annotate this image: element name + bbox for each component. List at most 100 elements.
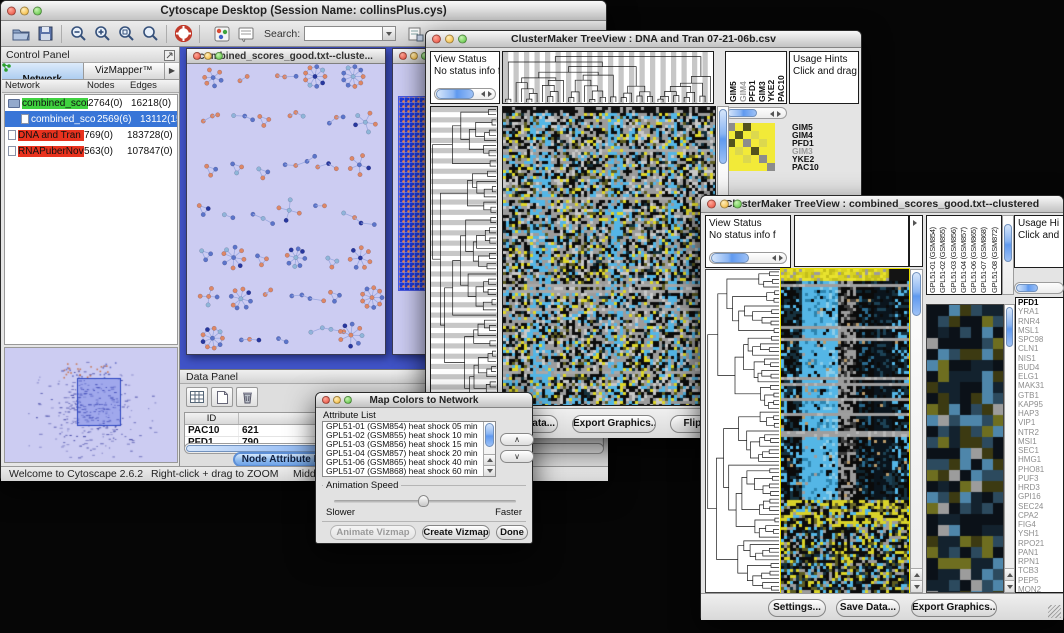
- save-data-button[interactable]: Save Data...: [836, 599, 900, 617]
- network-list[interactable]: combined_scores2764(0)16218(0)combined_s…: [4, 94, 178, 345]
- speed-slider-thumb[interactable]: [418, 495, 429, 507]
- close-button[interactable]: [399, 52, 407, 60]
- network-view-window[interactable]: combined_scores_good.txt--cluste...: [186, 48, 386, 355]
- network-list-row[interactable]: combined_scores2764(0)16218(0): [5, 95, 177, 111]
- network-list-row[interactable]: combined_sco2569(6)13112(15): [5, 111, 177, 127]
- scroll-down-arrow[interactable]: [1005, 580, 1014, 592]
- export-graphics-button[interactable]: Export Graphics...: [572, 415, 656, 433]
- attribute-list-vscrollbar[interactable]: [483, 422, 495, 476]
- scroll-strip[interactable]: [909, 215, 923, 267]
- view-status-scrollbar[interactable]: [434, 88, 496, 100]
- open-session-icon[interactable]: [9, 23, 33, 45]
- move-up-button[interactable]: ∧: [500, 433, 534, 446]
- treeview2-controls[interactable]: [707, 200, 742, 209]
- scroll-thumb[interactable]: [485, 423, 494, 447]
- scroll-thumb[interactable]: [1004, 224, 1012, 262]
- select-attributes-icon[interactable]: [186, 387, 208, 407]
- zoom-window-button[interactable]: [458, 35, 467, 44]
- scroll-thumb[interactable]: [912, 272, 921, 316]
- minimize-button[interactable]: [410, 52, 418, 60]
- treeview1-controls[interactable]: [432, 35, 467, 44]
- minimize-button[interactable]: [445, 35, 454, 44]
- network-list-row[interactable]: RNAPuberNov2+563(0)107847(0): [5, 143, 177, 159]
- heatmap-vscrollbar[interactable]: [910, 269, 923, 593]
- main-titlebar[interactable]: Cytoscape Desktop (Session Name: collins…: [1, 1, 606, 21]
- treeview2-titlebar[interactable]: ClusterMaker TreeView : combined_scores_…: [701, 196, 1063, 213]
- zoom-selected-icon[interactable]: [114, 23, 138, 45]
- zoom-in-icon[interactable]: [90, 23, 114, 45]
- column-dendrogram[interactable]: [794, 215, 909, 267]
- scroll-up-arrow[interactable]: [911, 568, 922, 580]
- scroll-down-arrow[interactable]: [911, 580, 922, 592]
- scroll-thumb[interactable]: [436, 89, 474, 99]
- minimize-button[interactable]: [333, 396, 341, 404]
- search-dropdown-icon[interactable]: [382, 26, 396, 41]
- scroll-thumb[interactable]: [727, 109, 757, 117]
- animate-vizmap-button[interactable]: Animate Vizmap: [330, 525, 416, 540]
- gene-label-list[interactable]: PFD1YRA1RNR4MSL1SPC98CLN1NIS1BUD4ELG1MAK…: [1015, 297, 1064, 593]
- annotation-icon[interactable]: [234, 23, 258, 45]
- network-view-controls[interactable]: [193, 52, 223, 60]
- dialog-titlebar[interactable]: Map Colors to Network: [316, 393, 532, 408]
- col-network[interactable]: Network: [5, 80, 87, 92]
- close-button[interactable]: [322, 396, 330, 404]
- vizmapper-icon[interactable]: [210, 23, 234, 45]
- zoom-window-button[interactable]: [733, 200, 742, 209]
- cluster-heatmap[interactable]: [503, 107, 715, 405]
- help-lifering-icon[interactable]: [171, 23, 195, 45]
- treeview1-titlebar[interactable]: ClusterMaker TreeView : DNA and Tran 07-…: [426, 31, 861, 48]
- float-panel-icon[interactable]: [164, 50, 175, 61]
- close-button[interactable]: [432, 35, 441, 44]
- new-attribute-icon[interactable]: [211, 387, 233, 407]
- network-canvas[interactable]: [187, 64, 385, 354]
- dialog-controls[interactable]: [322, 396, 352, 404]
- resize-grip[interactable]: [1048, 605, 1061, 618]
- attribute-list[interactable]: GPL51-01 (GSM854) heat shock 05 minGPL51…: [322, 421, 496, 477]
- done-button[interactable]: Done: [496, 525, 528, 540]
- minimize-button[interactable]: [20, 6, 29, 15]
- create-vizmap-button[interactable]: Create Vizmap: [422, 525, 490, 540]
- network-overview-panel[interactable]: [4, 347, 178, 463]
- scroll-thumb[interactable]: [719, 109, 727, 164]
- network-list-row[interactable]: DNA and Tran 07769(0)183728(0): [5, 127, 177, 143]
- minimize-button[interactable]: [204, 52, 212, 60]
- zoom-fit-icon[interactable]: [138, 23, 162, 45]
- save-session-icon[interactable]: [33, 23, 57, 45]
- close-button[interactable]: [7, 6, 16, 15]
- scroll-down-arrow[interactable]: [484, 465, 495, 476]
- zoom-window-button[interactable]: [215, 52, 223, 60]
- tab-network[interactable]: Network: [2, 63, 84, 79]
- minimize-button[interactable]: [720, 200, 729, 209]
- scroll-thumb[interactable]: [1016, 284, 1038, 292]
- move-down-button[interactable]: ∨: [500, 450, 534, 463]
- zoom-window-button[interactable]: [344, 396, 352, 404]
- tab-vizmapper[interactable]: VizMapper™: [84, 63, 166, 79]
- zoom-heatmap[interactable]: [927, 305, 1003, 592]
- row-dendrogram[interactable]: [705, 269, 781, 593]
- usage-hscrollbar[interactable]: [1014, 282, 1064, 294]
- delete-attribute-icon[interactable]: [236, 387, 258, 407]
- scroll-thumb[interactable]: [711, 253, 749, 263]
- col-nodes[interactable]: Nodes: [87, 80, 130, 92]
- settings-button[interactable]: Settings...: [768, 599, 826, 617]
- map-colors-dialog[interactable]: Map Colors to Network Attribute List GPL…: [315, 392, 533, 544]
- labels-vscrollbar[interactable]: [1002, 215, 1014, 295]
- scroll-up-arrow[interactable]: [484, 454, 495, 465]
- zoom-vscrollbar[interactable]: [1004, 304, 1015, 593]
- export-graphics-button[interactable]: Export Graphics...: [911, 599, 997, 617]
- window-controls[interactable]: [7, 6, 42, 15]
- attribute-item[interactable]: GPL51-07 (GSM868) heat shock 60 min: [323, 467, 495, 476]
- col-edges[interactable]: Edges: [130, 80, 178, 92]
- row-dendrogram[interactable]: [430, 106, 498, 406]
- column-dendrogram[interactable]: [502, 51, 714, 104]
- close-button[interactable]: [193, 52, 201, 60]
- tab-overflow-arrow[interactable]: ▶: [165, 63, 179, 79]
- scroll-up-arrow[interactable]: [1005, 568, 1014, 580]
- close-button[interactable]: [707, 200, 716, 209]
- zoom-hscrollbar[interactable]: [725, 107, 787, 119]
- cluster-heatmap[interactable]: [781, 269, 909, 593]
- birdseye-view[interactable]: [5, 348, 177, 462]
- zoom-window-button[interactable]: [33, 6, 42, 15]
- view-status-scrollbar[interactable]: [709, 252, 787, 264]
- network-view-titlebar[interactable]: combined_scores_good.txt--cluste...: [187, 49, 385, 64]
